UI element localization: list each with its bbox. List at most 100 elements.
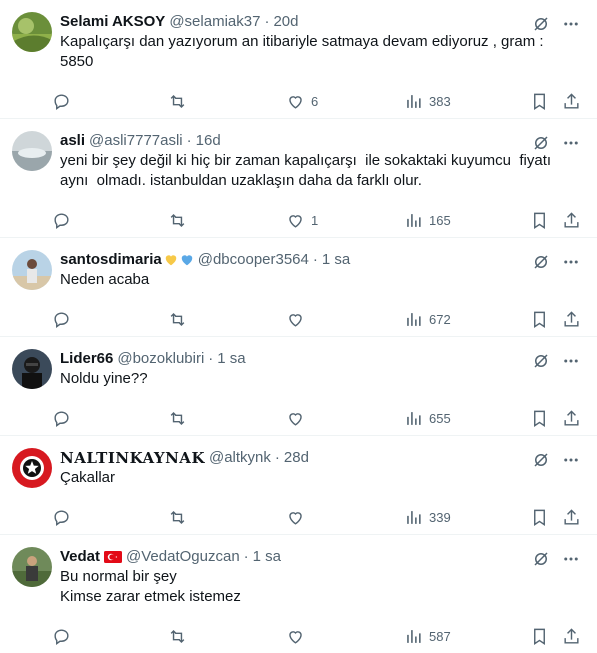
views-icon: [407, 312, 421, 326]
bookmark-button[interactable]: [530, 409, 549, 428]
tweet[interactable]: asli @asli7777asli · 16d yeni bir şey de…: [0, 119, 597, 238]
reply-button[interactable]: [52, 627, 71, 646]
more-options-icon[interactable]: [561, 450, 581, 470]
like-button[interactable]: 1: [286, 211, 318, 230]
tweet[interactable]: Selami AKSOY @selamiak37 · 20d Kapalıçar…: [0, 0, 597, 119]
reply-icon: [54, 628, 69, 645]
share-button[interactable]: [562, 409, 581, 428]
timestamp[interactable]: 20d: [273, 12, 298, 32]
timestamp[interactable]: 28d: [284, 448, 309, 468]
more-options-icon[interactable]: [561, 351, 581, 371]
more-options-icon[interactable]: [561, 133, 581, 153]
display-name[interactable]: santosdimaria: [60, 250, 162, 270]
views-button[interactable]: 655: [404, 409, 451, 428]
view-count: 587: [429, 628, 451, 644]
share-button[interactable]: [562, 92, 581, 111]
share-button[interactable]: [562, 211, 581, 230]
grok-icon[interactable]: [531, 351, 551, 371]
user-handle[interactable]: @dbcooper3564: [198, 250, 309, 270]
reply-button[interactable]: [52, 508, 71, 527]
user-handle[interactable]: @asli7777asli: [89, 131, 183, 151]
reply-button[interactable]: [52, 409, 71, 428]
timestamp[interactable]: 16d: [196, 131, 221, 151]
timestamp[interactable]: 1 sa: [322, 250, 350, 270]
user-handle[interactable]: @selamiak37: [169, 12, 260, 32]
tweet[interactable]: Vedat @VedatOguzcan · 1 sa Bu normal bir…: [0, 535, 597, 652]
views-icon: [407, 629, 421, 643]
tweet[interactable]: santosdimaria @dbcooper3564 · 1 sa Neden…: [0, 238, 597, 337]
display-name[interactable]: NALTINKAYNAK: [60, 448, 205, 468]
grok-icon[interactable]: [531, 549, 551, 569]
avatar[interactable]: [12, 547, 52, 587]
retweet-button[interactable]: [168, 211, 187, 230]
avatar[interactable]: [12, 131, 52, 171]
bookmark-button[interactable]: [530, 310, 549, 329]
tweet-header: Selami AKSOY @selamiak37 · 20d: [60, 12, 581, 32]
heart-icon: [289, 95, 302, 109]
tweet[interactable]: NALTINKAYNAK @altkynk · 28d Çakallar 339: [0, 436, 597, 535]
grok-icon[interactable]: [531, 252, 551, 272]
more-options-icon[interactable]: [561, 549, 581, 569]
views-button[interactable]: 383: [404, 92, 451, 111]
share-button[interactable]: [562, 627, 581, 646]
tweet-header: santosdimaria @dbcooper3564 · 1 sa: [60, 250, 581, 270]
user-handle[interactable]: @bozoklubiri: [117, 349, 204, 369]
more-options-icon[interactable]: [561, 252, 581, 272]
reply-button[interactable]: [52, 211, 71, 230]
bookmark-button[interactable]: [530, 508, 549, 527]
avatar[interactable]: [12, 349, 52, 389]
heart-icon: [289, 313, 302, 327]
timestamp[interactable]: 1 sa: [253, 547, 281, 567]
tweet-actions: 339: [52, 500, 587, 534]
bookmark-icon: [534, 212, 545, 229]
more-options-icon[interactable]: [561, 14, 581, 34]
timestamp[interactable]: 1 sa: [217, 349, 245, 369]
grok-icon[interactable]: [531, 14, 551, 34]
display-name[interactable]: Lider66: [60, 349, 113, 369]
views-button[interactable]: 672: [404, 310, 451, 329]
separator-dot: ·: [243, 548, 249, 565]
like-button[interactable]: [286, 627, 305, 646]
display-name[interactable]: Selami AKSOY: [60, 12, 165, 32]
views-button[interactable]: 587: [404, 627, 451, 646]
yellow-heart-icon: [165, 255, 176, 266]
grok-icon[interactable]: [531, 133, 551, 153]
user-handle[interactable]: @VedatOguzcan: [126, 547, 240, 567]
views-button[interactable]: 165: [404, 211, 451, 230]
views-icon: [407, 213, 421, 227]
grok-icon[interactable]: [531, 450, 551, 470]
avatar[interactable]: [12, 12, 52, 52]
display-name[interactable]: Vedat: [60, 547, 100, 567]
avatar[interactable]: [12, 448, 52, 488]
retweet-button[interactable]: [168, 409, 187, 428]
bookmark-button[interactable]: [530, 211, 549, 230]
reply-button[interactable]: [52, 92, 71, 111]
bookmark-button[interactable]: [530, 92, 549, 111]
retweet-button[interactable]: [168, 627, 187, 646]
share-button[interactable]: [562, 508, 581, 527]
share-button[interactable]: [562, 310, 581, 329]
views-icon: [407, 94, 421, 108]
tweet-text-line: Çakallar: [60, 469, 116, 486]
retweet-button[interactable]: [168, 92, 187, 111]
separator-dot: ·: [264, 13, 270, 30]
bookmark-button[interactable]: [530, 627, 549, 646]
tweet[interactable]: Lider66 @bozoklubiri · 1 sa Noldu yine??…: [0, 337, 597, 436]
views-button[interactable]: 339: [404, 508, 451, 527]
share-icon: [564, 627, 579, 644]
display-name[interactable]: asli: [60, 131, 85, 151]
reply-icon: [54, 410, 69, 427]
like-button[interactable]: [286, 508, 305, 527]
tweet-header: asli @asli7777asli · 16d: [60, 131, 581, 151]
avatar[interactable]: [12, 250, 52, 290]
like-button[interactable]: 6: [286, 92, 318, 111]
retweet-button[interactable]: [168, 508, 187, 527]
retweet-button[interactable]: [168, 310, 187, 329]
user-handle[interactable]: @altkynk: [209, 448, 271, 468]
like-button[interactable]: [286, 409, 305, 428]
reply-button[interactable]: [52, 310, 71, 329]
tweet-actions: 1 165: [52, 203, 587, 237]
tweet-header: NALTINKAYNAK @altkynk · 28d: [60, 448, 581, 468]
like-button[interactable]: [286, 310, 305, 329]
share-icon: [564, 92, 579, 109]
